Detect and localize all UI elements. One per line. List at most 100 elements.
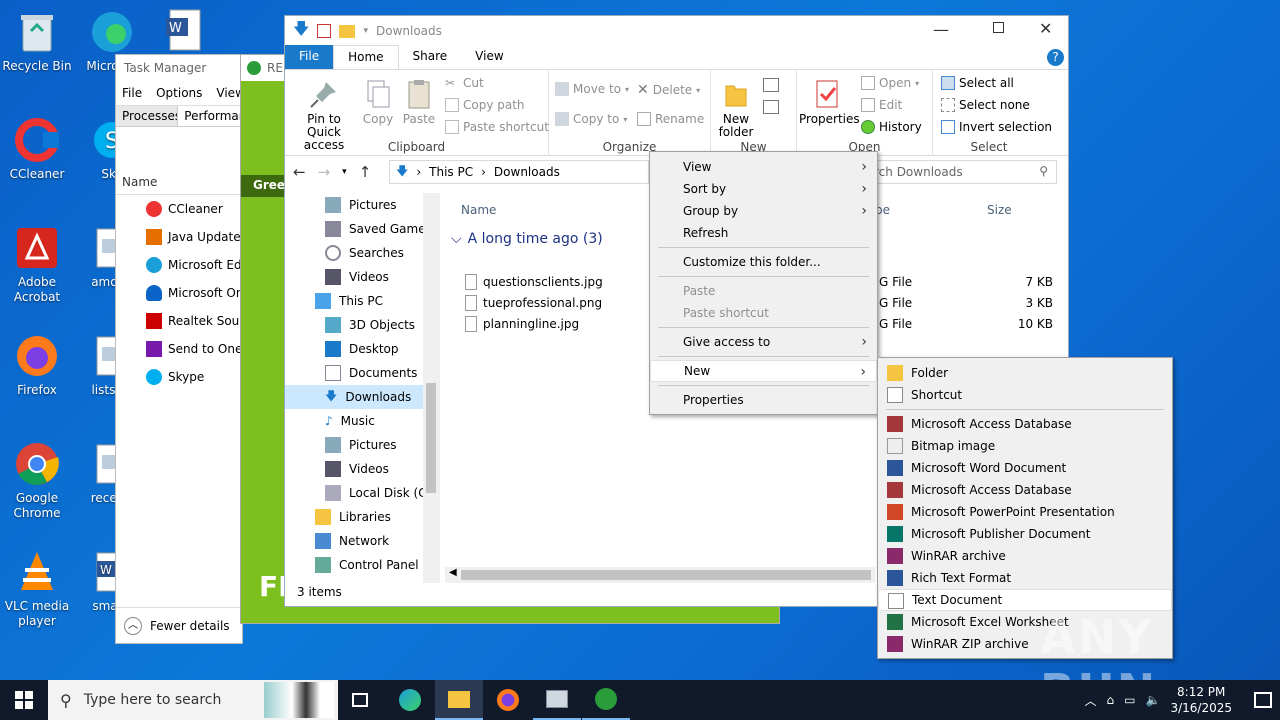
properties-qat-icon[interactable] xyxy=(317,24,332,38)
nav-item-3d-objects[interactable]: 3D Objects xyxy=(285,313,439,337)
breadcrumb-downloads[interactable]: Downloads xyxy=(494,165,560,179)
rename-button[interactable]: Rename xyxy=(637,112,704,126)
column-header-name[interactable]: Name xyxy=(461,203,496,217)
open-button[interactable]: Open ▾ xyxy=(861,76,919,90)
copy-to-button[interactable]: Copy to ▾ xyxy=(555,112,627,126)
menu-item-new-powerpoint[interactable]: Microsoft PowerPoint Presentation xyxy=(878,501,1172,523)
list-item[interactable]: Send to OneN xyxy=(116,335,242,363)
select-none-button[interactable]: Select none xyxy=(941,98,1030,112)
desktop-icon-firefox[interactable]: Firefox xyxy=(1,332,73,398)
menu-item-refresh[interactable]: Refresh xyxy=(650,222,877,244)
tab-share[interactable]: Share xyxy=(399,45,462,69)
tab-processes[interactable]: Processes xyxy=(116,106,179,126)
nav-item-pictures-2[interactable]: Pictures xyxy=(285,433,439,457)
clock[interactable]: 8:12 PM 3/16/2025 xyxy=(1170,684,1232,716)
paste-shortcut-button[interactable]: Paste shortcut xyxy=(445,120,549,134)
new-folder-button[interactable]: New folder xyxy=(715,78,757,139)
nav-item-network[interactable]: Network xyxy=(285,529,439,553)
menu-item-give-access[interactable]: Give access to › xyxy=(650,331,877,353)
tab-view[interactable]: View xyxy=(461,45,517,69)
edit-button[interactable]: Edit xyxy=(861,98,902,112)
nav-item-control-panel[interactable]: Control Panel xyxy=(285,553,439,577)
menu-item-new-access-db[interactable]: Microsoft Access Database xyxy=(878,413,1172,435)
taskbar-edge[interactable] xyxy=(386,680,434,720)
menu-item-paste-shortcut[interactable]: Paste shortcut xyxy=(650,302,877,324)
menu-item-new-shortcut[interactable]: Shortcut xyxy=(878,384,1172,406)
desktop-icon-recycle-bin[interactable]: Recycle Bin xyxy=(1,8,73,74)
menu-item-customize[interactable]: Customize this folder... xyxy=(650,251,877,273)
menu-item-sort-by[interactable]: Sort by › xyxy=(650,178,877,200)
nav-item-searches[interactable]: Searches xyxy=(285,241,439,265)
tab-performance[interactable]: Performan xyxy=(178,106,242,126)
paste-button[interactable]: Paste xyxy=(401,78,437,126)
menu-item-new-bitmap[interactable]: Bitmap image xyxy=(878,435,1172,457)
invert-selection-button[interactable]: Invert selection xyxy=(941,120,1052,134)
delete-button[interactable]: ✕ Delete ▾ xyxy=(637,82,700,98)
fewer-details-button[interactable]: ︿ Fewer details xyxy=(116,607,242,643)
group-header[interactable]: ⌵ A long time ago (3) xyxy=(451,231,603,247)
nav-item-videos-2[interactable]: Videos xyxy=(285,457,439,481)
menu-options[interactable]: Options xyxy=(156,86,202,102)
taskbar-search-input[interactable]: ⚲ Type here to search xyxy=(48,680,338,720)
taskbar-ftp-app[interactable] xyxy=(582,680,630,720)
menu-item-group-by[interactable]: Group by › xyxy=(650,200,877,222)
list-item[interactable]: Microsoft Edg xyxy=(116,251,242,279)
scrollbar-thumb[interactable] xyxy=(426,383,436,493)
desktop-icon-ccleaner[interactable]: CCleaner xyxy=(1,116,73,182)
close-button[interactable]: ✕ xyxy=(1039,19,1052,38)
tab-file[interactable]: File xyxy=(285,45,334,69)
qat-dropdown-icon[interactable]: ▾ xyxy=(363,26,368,36)
menu-item-new-word[interactable]: Microsoft Word Document xyxy=(878,457,1172,479)
menu-item-new-publisher[interactable]: Microsoft Publisher Document xyxy=(878,523,1172,545)
task-manager-window[interactable]: Task Manager File Options View Processes… xyxy=(115,54,245,644)
nav-item-documents[interactable]: Documents xyxy=(285,361,439,385)
taskbar-task-manager[interactable] xyxy=(533,680,581,720)
scroll-left-icon[interactable]: ◀ xyxy=(449,567,457,578)
nav-item-saved-games[interactable]: Saved Games xyxy=(285,217,439,241)
start-button[interactable] xyxy=(0,680,48,720)
network-tray-icon[interactable]: ⌂ xyxy=(1107,693,1115,707)
copy-path-button[interactable]: Copy path xyxy=(445,98,525,112)
move-to-button[interactable]: Move to ▾ xyxy=(555,82,629,96)
taskbar-explorer[interactable] xyxy=(435,680,483,720)
menu-item-properties[interactable]: Properties xyxy=(650,389,877,411)
menu-item-new-winrar[interactable]: WinRAR archive xyxy=(878,545,1172,567)
nav-item-music[interactable]: ♪ Music xyxy=(285,409,439,433)
menu-file[interactable]: File xyxy=(122,86,142,102)
taskbar-firefox[interactable] xyxy=(484,680,532,720)
menu-item-paste[interactable]: Paste xyxy=(650,280,877,302)
volume-icon[interactable]: 🔈 xyxy=(1146,693,1161,707)
desktop-icon-vlc[interactable]: VLC media player xyxy=(1,548,73,629)
menu-item-new-text-document[interactable]: Text Document xyxy=(878,589,1172,611)
back-button[interactable]: ← xyxy=(293,163,306,181)
list-item[interactable]: Skype xyxy=(116,363,242,391)
chevron-up-icon[interactable]: ︿ xyxy=(1085,692,1097,709)
desktop-icon-chrome[interactable]: Google Chrome xyxy=(1,440,73,521)
menu-item-new-access-db-2[interactable]: Microsoft Access Database xyxy=(878,479,1172,501)
properties-button[interactable]: Properties xyxy=(799,78,860,126)
breadcrumb[interactable]: 🡇 › This PC › Downloads xyxy=(389,160,649,184)
task-view-button[interactable] xyxy=(336,680,384,720)
desktop-icon-acrobat[interactable]: Adobe Acrobat xyxy=(1,224,73,305)
nav-item-pictures[interactable]: Pictures xyxy=(285,193,439,217)
forward-button[interactable]: → xyxy=(318,163,331,181)
nav-item-libraries[interactable]: Libraries xyxy=(285,505,439,529)
menu-item-view[interactable]: View › xyxy=(650,156,877,178)
list-item[interactable]: CCleaner xyxy=(116,195,242,223)
nav-item-this-pc[interactable]: This PC xyxy=(285,289,439,313)
nav-item-desktop[interactable]: Desktop xyxy=(285,337,439,361)
breadcrumb-this-pc[interactable]: This PC xyxy=(429,165,473,179)
select-all-button[interactable]: Select all xyxy=(941,76,1014,90)
list-item[interactable]: Realtek Sound xyxy=(116,307,242,335)
column-name-header[interactable]: Name xyxy=(116,171,242,195)
recent-dropdown-icon[interactable]: ▾ xyxy=(342,167,347,177)
nav-item-local-disk[interactable]: Local Disk (C:) xyxy=(285,481,439,505)
easy-access-icon[interactable] xyxy=(763,100,779,114)
help-icon[interactable]: ? xyxy=(1047,49,1064,66)
tab-home[interactable]: Home xyxy=(333,45,399,69)
up-button[interactable]: ↑ xyxy=(359,163,372,181)
maximize-button[interactable] xyxy=(993,22,1004,33)
list-item[interactable]: Java Update Sc xyxy=(116,223,242,251)
nav-scrollbar[interactable] xyxy=(423,193,439,583)
notification-icon[interactable] xyxy=(1254,692,1272,708)
